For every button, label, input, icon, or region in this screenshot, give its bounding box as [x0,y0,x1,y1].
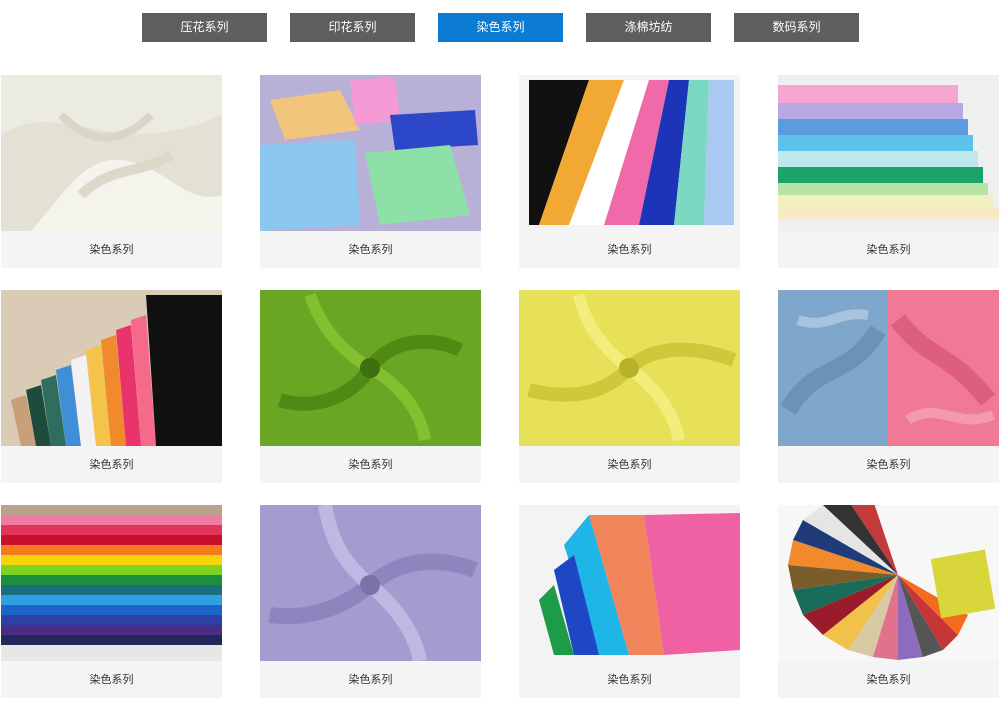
product-caption[interactable]: 染色系列 [1,661,222,698]
fabric-photo[interactable] [1,75,222,231]
product-caption[interactable]: 染色系列 [260,661,481,698]
fabric-photo[interactable] [260,290,481,446]
fabric-photo[interactable] [519,75,740,231]
fabric-photo[interactable] [260,75,481,231]
product-card[interactable]: 染色系列 [260,75,481,268]
tab-dyed-series[interactable]: 染色系列 [438,13,563,42]
tab-printed-series[interactable]: 印花系列 [290,13,415,42]
product-caption[interactable]: 染色系列 [778,231,999,268]
product-caption[interactable]: 染色系列 [1,231,222,268]
product-caption[interactable]: 染色系列 [778,661,999,698]
product-card[interactable]: 染色系列 [1,505,222,698]
product-caption[interactable]: 染色系列 [260,446,481,483]
tab-poly-cotton[interactable]: 涤棉坊纺 [586,13,711,42]
product-caption[interactable]: 染色系列 [519,661,740,698]
fabric-photo[interactable] [778,505,999,661]
product-card[interactable]: 染色系列 [519,290,740,483]
fabric-photo[interactable] [778,75,999,231]
product-card[interactable]: 染色系列 [778,505,999,698]
fabric-photo[interactable] [519,290,740,446]
product-card[interactable]: 染色系列 [519,505,740,698]
product-card[interactable]: 染色系列 [1,290,222,483]
product-caption[interactable]: 染色系列 [519,231,740,268]
fabric-photo[interactable] [1,290,222,446]
fabric-photo[interactable] [778,290,999,446]
product-card[interactable]: 染色系列 [519,75,740,268]
product-card[interactable]: 染色系列 [778,75,999,268]
fabric-photo[interactable] [260,505,481,661]
tab-digital-series[interactable]: 数码系列 [734,13,859,42]
product-caption[interactable]: 染色系列 [1,446,222,483]
product-card[interactable]: 染色系列 [260,505,481,698]
category-tabs: 压花系列 印花系列 染色系列 涤棉坊纺 数码系列 [142,13,859,42]
product-card[interactable]: 染色系列 [778,290,999,483]
tab-embossed-series[interactable]: 压花系列 [142,13,267,42]
product-card[interactable]: 染色系列 [260,290,481,483]
product-caption[interactable]: 染色系列 [519,446,740,483]
fabric-photo[interactable] [1,505,222,661]
product-caption[interactable]: 染色系列 [260,231,481,268]
product-grid: 染色系列 染色系列 染色系列 染色系列 染色系列 染色系列 染色系列 染色系列 … [1,75,999,698]
product-card[interactable]: 染色系列 [1,75,222,268]
fabric-photo[interactable] [519,505,740,661]
product-caption[interactable]: 染色系列 [778,446,999,483]
